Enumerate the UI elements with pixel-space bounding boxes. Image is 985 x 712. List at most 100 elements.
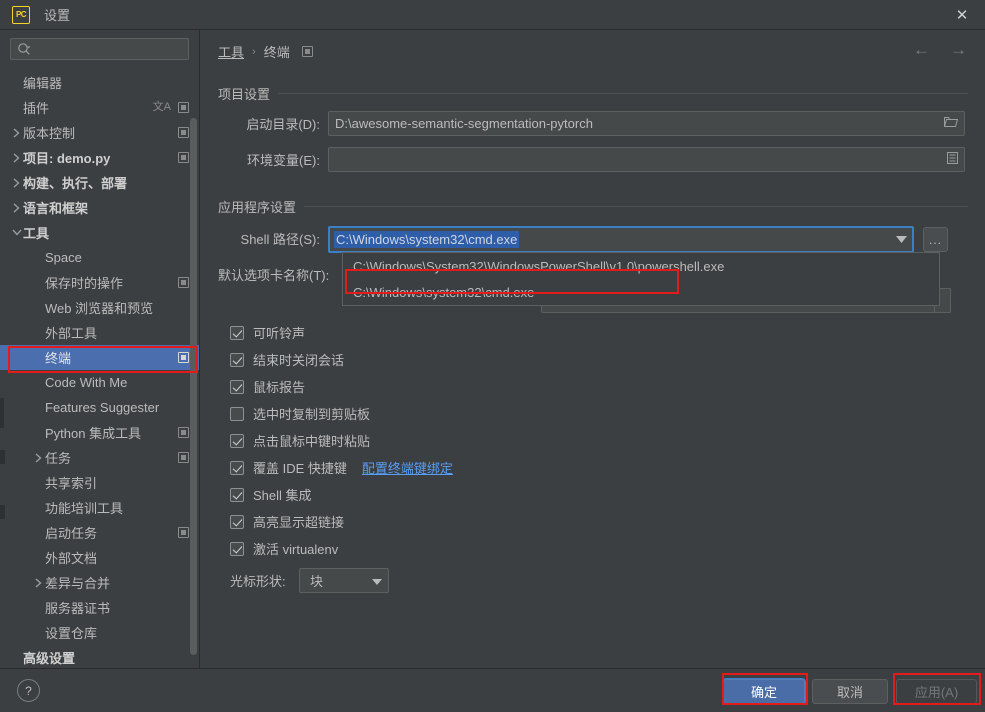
sidebar-item-19[interactable]: 外部文档 (0, 545, 199, 570)
sidebar-item-label: 启动任务 (45, 526, 98, 541)
sidebar-item-12[interactable]: Code With Me (0, 370, 199, 395)
sidebar-item-14[interactable]: Python 集成工具 (0, 420, 199, 445)
checkbox-2[interactable] (230, 379, 244, 394)
sidebar-item-6[interactable]: 工具 (0, 220, 199, 245)
checkbox-3[interactable] (230, 406, 244, 421)
mini-panel-icon[interactable] (178, 427, 189, 438)
search-field[interactable] (10, 38, 189, 60)
checkbox-8[interactable] (230, 541, 244, 556)
mini-panel-icon[interactable] (301, 46, 313, 57)
sidebar-item-0[interactable]: 编辑器 (0, 70, 199, 95)
sidebar-item-17[interactable]: 功能培训工具 (0, 495, 199, 520)
sidebar-item-22[interactable]: 设置仓库 (0, 620, 199, 645)
sidebar-item-label: 版本控制 (23, 126, 76, 141)
default-tab-name-row: 默认选项卡名称(T): (218, 265, 348, 284)
breadcrumb-separator-icon: › (252, 45, 256, 58)
sidebar-item-18[interactable]: 启动任务 (0, 520, 199, 545)
sidebar-item-2[interactable]: 版本控制 (0, 120, 199, 145)
edge-artifact (0, 450, 5, 464)
back-icon[interactable]: ← (913, 40, 930, 60)
sidebar-item-13[interactable]: Features Suggester (0, 395, 199, 420)
sidebar-item-3[interactable]: 项目: demo.py (0, 145, 199, 170)
chevron-right-icon[interactable] (10, 176, 23, 189)
sidebar-item-23[interactable]: 高级设置 (0, 645, 199, 668)
folder-icon[interactable] (943, 116, 959, 131)
sidebar-item-label: 设置仓库 (45, 626, 98, 641)
chevron-right-icon[interactable] (10, 201, 23, 214)
chevron-right-icon[interactable] (10, 126, 23, 139)
checkbox-row-8[interactable]: 激活 virtualenv (230, 539, 338, 558)
cursor-shape-select[interactable]: 块 (299, 568, 389, 593)
sidebar-item-label: 语言和框架 (23, 201, 89, 216)
help-button[interactable]: ? (17, 679, 40, 702)
sidebar-item-21[interactable]: 服务器证书 (0, 595, 199, 620)
sidebar-item-label: 构建、执行、部署 (23, 176, 128, 191)
sidebar-item-label: Space (45, 250, 82, 265)
checkbox-4[interactable] (230, 433, 244, 448)
breadcrumb-current[interactable]: 终端 (264, 42, 290, 61)
sidebar-item-7[interactable]: Space (0, 245, 199, 270)
breadcrumb-root[interactable]: 工具 (218, 42, 244, 61)
checkbox-row-6[interactable]: Shell 集成 (230, 485, 312, 504)
checkbox-row-3[interactable]: 选中时复制到剪贴板 (230, 404, 370, 423)
checkbox-label: 可听铃声 (253, 326, 306, 341)
checkbox-1[interactable] (230, 352, 244, 367)
sidebar-item-10[interactable]: 外部工具 (0, 320, 199, 345)
translate-icon[interactable]: 文A (153, 102, 171, 113)
checkbox-row-4[interactable]: 点击鼠标中键时粘贴 (230, 431, 370, 450)
cursor-shape-label: 光标形状: (230, 574, 286, 589)
checkbox-label: 高亮显示超链接 (253, 515, 345, 530)
mini-panel-icon[interactable] (178, 127, 189, 138)
dropdown-option-1[interactable]: C:\Windows\system32\cmd.exe (343, 279, 939, 305)
checkbox-row-2[interactable]: 鼠标报告 (230, 377, 305, 396)
sidebar-item-5[interactable]: 语言和框架 (0, 195, 199, 220)
chevron-right-icon[interactable] (10, 151, 23, 164)
sidebar-item-20[interactable]: 差异与合并 (0, 570, 199, 595)
edge-artifact (0, 505, 5, 519)
checkbox-label: 覆盖 IDE 快捷键 (253, 461, 347, 476)
checkbox-7[interactable] (230, 514, 244, 529)
search-input[interactable] (33, 41, 183, 57)
start-directory-field[interactable]: D:\awesome-semantic-segmentation-pytorch (328, 111, 965, 136)
edge-artifact (0, 398, 4, 428)
checkbox-5[interactable] (230, 460, 244, 475)
env-variables-field[interactable] (328, 147, 965, 172)
list-icon[interactable] (947, 152, 958, 167)
checkbox-row-1[interactable]: 结束时关闭会话 (230, 350, 344, 369)
checkbox-6[interactable] (230, 487, 244, 502)
mini-panel-icon[interactable] (178, 452, 189, 463)
checkbox-row-7[interactable]: 高亮显示超链接 (230, 512, 344, 531)
configure-terminal-keybindings-link[interactable]: 配置终端键绑定 (362, 458, 453, 477)
chevron-down-icon[interactable] (10, 226, 23, 239)
shell-path-dropdown-list[interactable]: C:\Windows\System32\WindowsPowerShell\v1… (342, 252, 940, 306)
shell-path-browse-button[interactable]: ... (923, 227, 948, 252)
close-icon[interactable]: ✕ (939, 0, 985, 29)
mini-panel-icon[interactable] (178, 102, 189, 113)
chevron-down-icon[interactable] (890, 228, 912, 251)
sidebar-scrollbar[interactable] (190, 118, 197, 655)
shell-path-combo[interactable]: C:\Windows\system32\cmd.exe (328, 226, 914, 253)
sidebar-item-15[interactable]: 任务 (0, 445, 199, 470)
sidebar-item-16[interactable]: 共享索引 (0, 470, 199, 495)
sidebar-item-4[interactable]: 构建、执行、部署 (0, 170, 199, 195)
checkbox-row-0[interactable]: 可听铃声 (230, 323, 305, 342)
sidebar-item-badges (178, 277, 189, 288)
chevron-right-icon[interactable] (32, 451, 45, 464)
sidebar-item-11[interactable]: 终端 (0, 345, 199, 370)
ok-button[interactable]: 确定 (723, 679, 805, 704)
cancel-button[interactable]: 取消 (812, 679, 888, 704)
chevron-right-icon[interactable] (32, 576, 45, 589)
mini-panel-icon[interactable] (178, 277, 189, 288)
dropdown-option-0[interactable]: C:\Windows\System32\WindowsPowerShell\v1… (343, 253, 939, 279)
forward-icon[interactable]: → (950, 40, 967, 60)
mini-panel-icon[interactable] (178, 152, 189, 163)
mini-panel-icon[interactable] (178, 527, 189, 538)
sidebar-item-1[interactable]: 插件 文A (0, 95, 199, 120)
sidebar-item-8[interactable]: 保存时的操作 (0, 270, 199, 295)
checkbox-row-5[interactable]: 覆盖 IDE 快捷键 配置终端键绑定 (230, 458, 453, 477)
sidebar-item-9[interactable]: Web 浏览器和预览 (0, 295, 199, 320)
mini-panel-icon[interactable] (178, 352, 189, 363)
sidebar-item-label: 保存时的操作 (45, 276, 124, 291)
checkbox-0[interactable] (230, 325, 244, 340)
